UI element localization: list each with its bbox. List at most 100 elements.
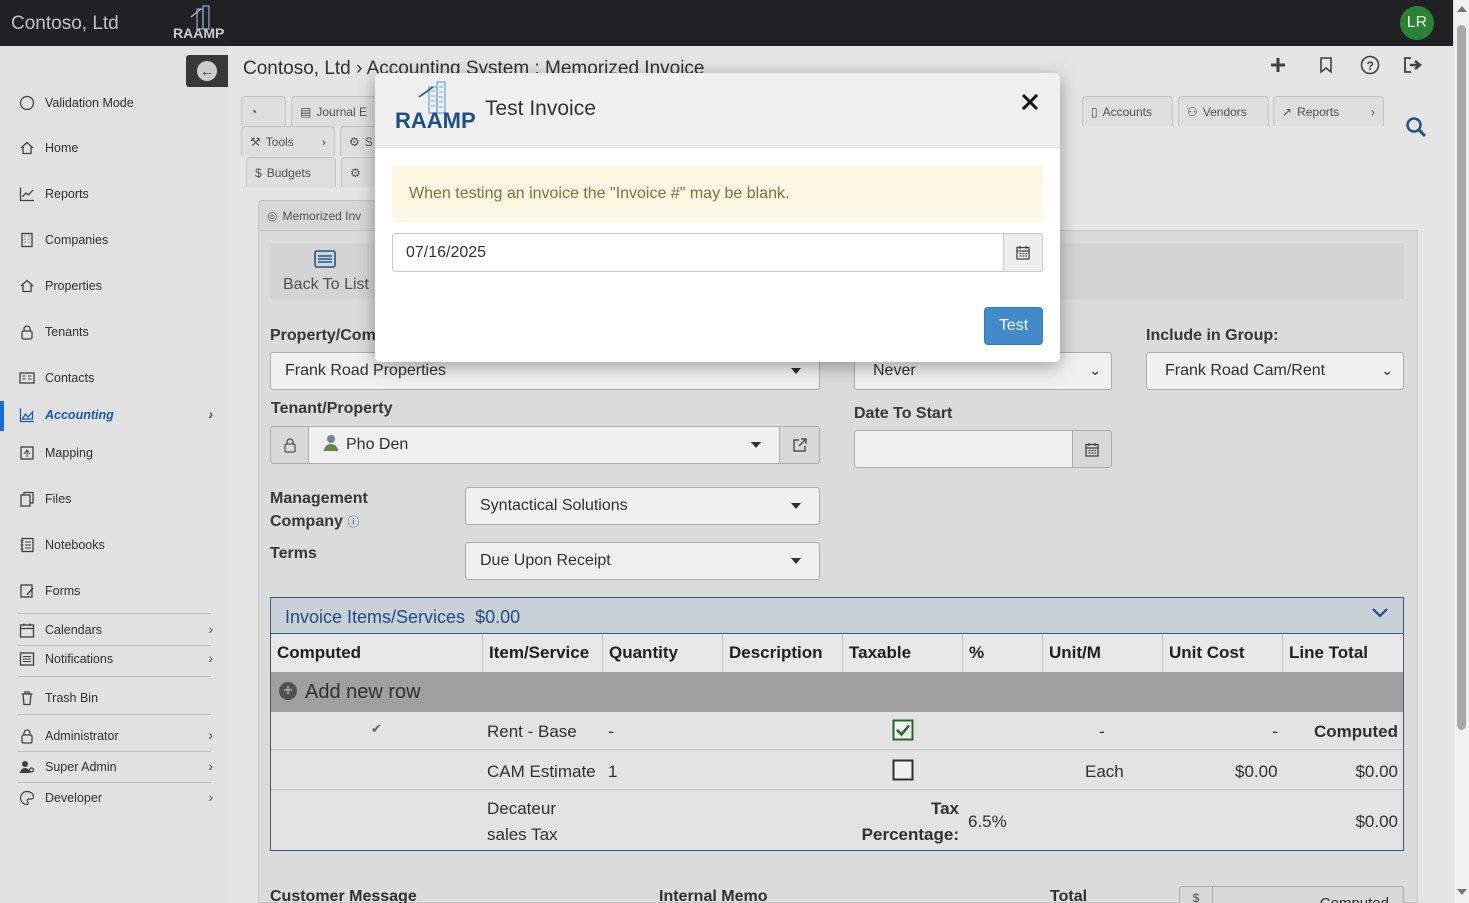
- sidebar-item-reports[interactable]: Reports: [18, 184, 213, 204]
- form-icon: [18, 582, 36, 600]
- sidebar-item-label: Notebooks: [45, 538, 105, 552]
- lock-icon: [283, 438, 296, 453]
- test-button[interactable]: Test: [984, 307, 1043, 345]
- column-header: Item/Service: [483, 634, 603, 672]
- chevron-right-icon: ›: [208, 406, 213, 422]
- sidebar-item-contacts[interactable]: Contacts: [18, 368, 213, 388]
- caret-down-icon: [751, 442, 761, 448]
- open-tenant-button[interactable]: [779, 426, 820, 464]
- terms-select[interactable]: Due Upon Receipt: [465, 542, 820, 580]
- raamp-logo-icon[interactable]: RAAMP: [171, 5, 235, 41]
- logout-icon[interactable]: [1403, 55, 1425, 80]
- date-to-start-calendar-button[interactable]: [1072, 430, 1112, 468]
- bookmark-icon[interactable]: [1319, 55, 1333, 80]
- chevron-down-icon: ⌄: [1381, 362, 1393, 378]
- scroll-thumb[interactable]: [1457, 25, 1466, 730]
- tax-label-line2: Percentage:: [861, 825, 959, 844]
- gear-icon: ⚙: [349, 134, 360, 149]
- column-header: Unit Cost: [1163, 634, 1283, 672]
- tab-budgets[interactable]: $ Budgets: [246, 157, 336, 187]
- items-title-text: Invoice Items/Services: [285, 607, 466, 627]
- sidebar-item-developer[interactable]: Developer ›: [18, 788, 213, 808]
- chevron-down-icon[interactable]: [1371, 603, 1389, 624]
- tab-reports[interactable]: ↗ Reports ›: [1273, 96, 1384, 126]
- column-header: Unit/M: [1043, 634, 1163, 672]
- scrollbar[interactable]: [1453, 0, 1469, 903]
- taxable-checkbox[interactable]: [892, 759, 914, 786]
- property-label: Property/Com: [270, 327, 376, 344]
- info-icon[interactable]: ⓘ: [347, 515, 359, 529]
- sidebar-item-calendars[interactable]: Calendars ›: [18, 620, 213, 640]
- sidebar-item-forms[interactable]: Forms: [18, 581, 213, 601]
- sidebar-item-companies[interactable]: Companies: [18, 230, 213, 250]
- sidebar-item-tenants[interactable]: Tenants: [18, 322, 213, 342]
- column-header: Taxable: [843, 634, 963, 672]
- sidebar-item-super-admin[interactable]: Super Admin ›: [18, 757, 213, 777]
- help-icon[interactable]: ?: [1359, 55, 1381, 82]
- item-cell[interactable]: CAM Estimate: [487, 762, 596, 782]
- tab-vendors[interactable]: ⚇ Vendors: [1178, 96, 1269, 126]
- tab-accounts[interactable]: ▯ Accounts: [1082, 96, 1173, 126]
- tenant-value: Pho Den: [346, 436, 409, 453]
- sidebar-item-notebooks[interactable]: Notebooks: [18, 535, 213, 555]
- management-label-line1: Management: [270, 490, 368, 507]
- calendar-button[interactable]: [1003, 233, 1043, 272]
- management-label-2: Company ⓘ: [270, 513, 359, 531]
- lock-icon: [18, 323, 36, 341]
- avatar[interactable]: LR: [1400, 6, 1434, 40]
- scroll-up-arrow-icon[interactable]: [1457, 6, 1467, 12]
- lock-icon: [18, 727, 36, 745]
- sidebar-item-validation-mode[interactable]: Validation Mode: [18, 93, 213, 113]
- back-button[interactable]: ←: [186, 55, 228, 87]
- plus-icon[interactable]: [1269, 55, 1287, 80]
- back-to-list-button[interactable]: Back To List: [283, 276, 369, 294]
- scroll-down-arrow-icon[interactable]: [1457, 889, 1467, 895]
- invoice-items-header[interactable]: Invoice Items/Services $0.00: [271, 598, 1403, 634]
- sidebar-item-home[interactable]: Home: [18, 138, 213, 158]
- search-icon[interactable]: [1405, 116, 1427, 143]
- tab-journal[interactable]: ▤ Journal E: [291, 96, 381, 126]
- include-group-select[interactable]: Frank Road Cam/Rent ⌄: [1146, 352, 1404, 390]
- sidebar-item-properties[interactable]: Properties: [18, 276, 213, 296]
- sidebar-divider: [18, 751, 211, 752]
- lock-button[interactable]: [270, 426, 309, 464]
- sidebar-item-notifications[interactable]: Notifications ›: [18, 649, 213, 669]
- tenant-select[interactable]: Pho Den: [308, 426, 780, 464]
- checkbox-checked-icon: [892, 719, 914, 741]
- add-new-row-button[interactable]: + Add new row: [271, 672, 1403, 712]
- tab-dashboard[interactable]: ◔: [241, 96, 286, 126]
- svg-text:RAAMP: RAAMP: [173, 25, 224, 41]
- sidebar-item-accounting[interactable]: Accounting ›: [18, 405, 213, 425]
- sidebar-item-files[interactable]: Files: [18, 489, 213, 509]
- quantity-cell[interactable]: -: [608, 722, 614, 742]
- sidebar-item-administrator[interactable]: Administrator ›: [18, 726, 213, 746]
- terms-value: Due Upon Receipt: [480, 552, 611, 569]
- tax-item-line2: sales Tax: [487, 825, 558, 844]
- arrow-left-icon: ←: [197, 61, 217, 81]
- sidebar-item-trash-bin[interactable]: Trash Bin: [18, 688, 213, 708]
- include-group-value: Frank Road Cam/Rent: [1165, 362, 1326, 379]
- unit-cell: Each: [1085, 762, 1124, 781]
- sidebar-item-label: Forms: [45, 584, 81, 598]
- tab-memorized-invoices[interactable]: ◎ Memorized Inv: [258, 200, 380, 230]
- close-icon[interactable]: [1021, 92, 1039, 116]
- modal-title: Test Invoice: [485, 97, 596, 120]
- sidebar-item-label: Files: [45, 492, 72, 506]
- journal-icon: ▤: [300, 104, 312, 119]
- date-to-start-label: Date To Start: [854, 405, 953, 422]
- management-select[interactable]: Syntactical Solutions: [465, 487, 820, 525]
- brand-name[interactable]: Contoso, Ltd: [11, 13, 119, 35]
- checkbox-empty-icon: [892, 759, 914, 781]
- tab-tools[interactable]: ⚒ Tools ›: [241, 126, 335, 156]
- plus-circle-icon: +: [279, 682, 297, 700]
- map-icon: [18, 444, 36, 462]
- item-cell[interactable]: Rent - Base: [487, 722, 577, 742]
- quantity-cell[interactable]: 1: [608, 762, 617, 782]
- test-date-input[interactable]: [392, 233, 1004, 272]
- chevron-right-icon: ›: [322, 134, 326, 149]
- tab-settings[interactable]: ⚙ S: [340, 126, 380, 156]
- sidebar-item-mapping[interactable]: Mapping: [18, 443, 213, 463]
- coins-icon: ◎: [267, 208, 278, 223]
- date-to-start-input[interactable]: [854, 430, 1073, 468]
- taxable-checkbox[interactable]: [892, 719, 914, 746]
